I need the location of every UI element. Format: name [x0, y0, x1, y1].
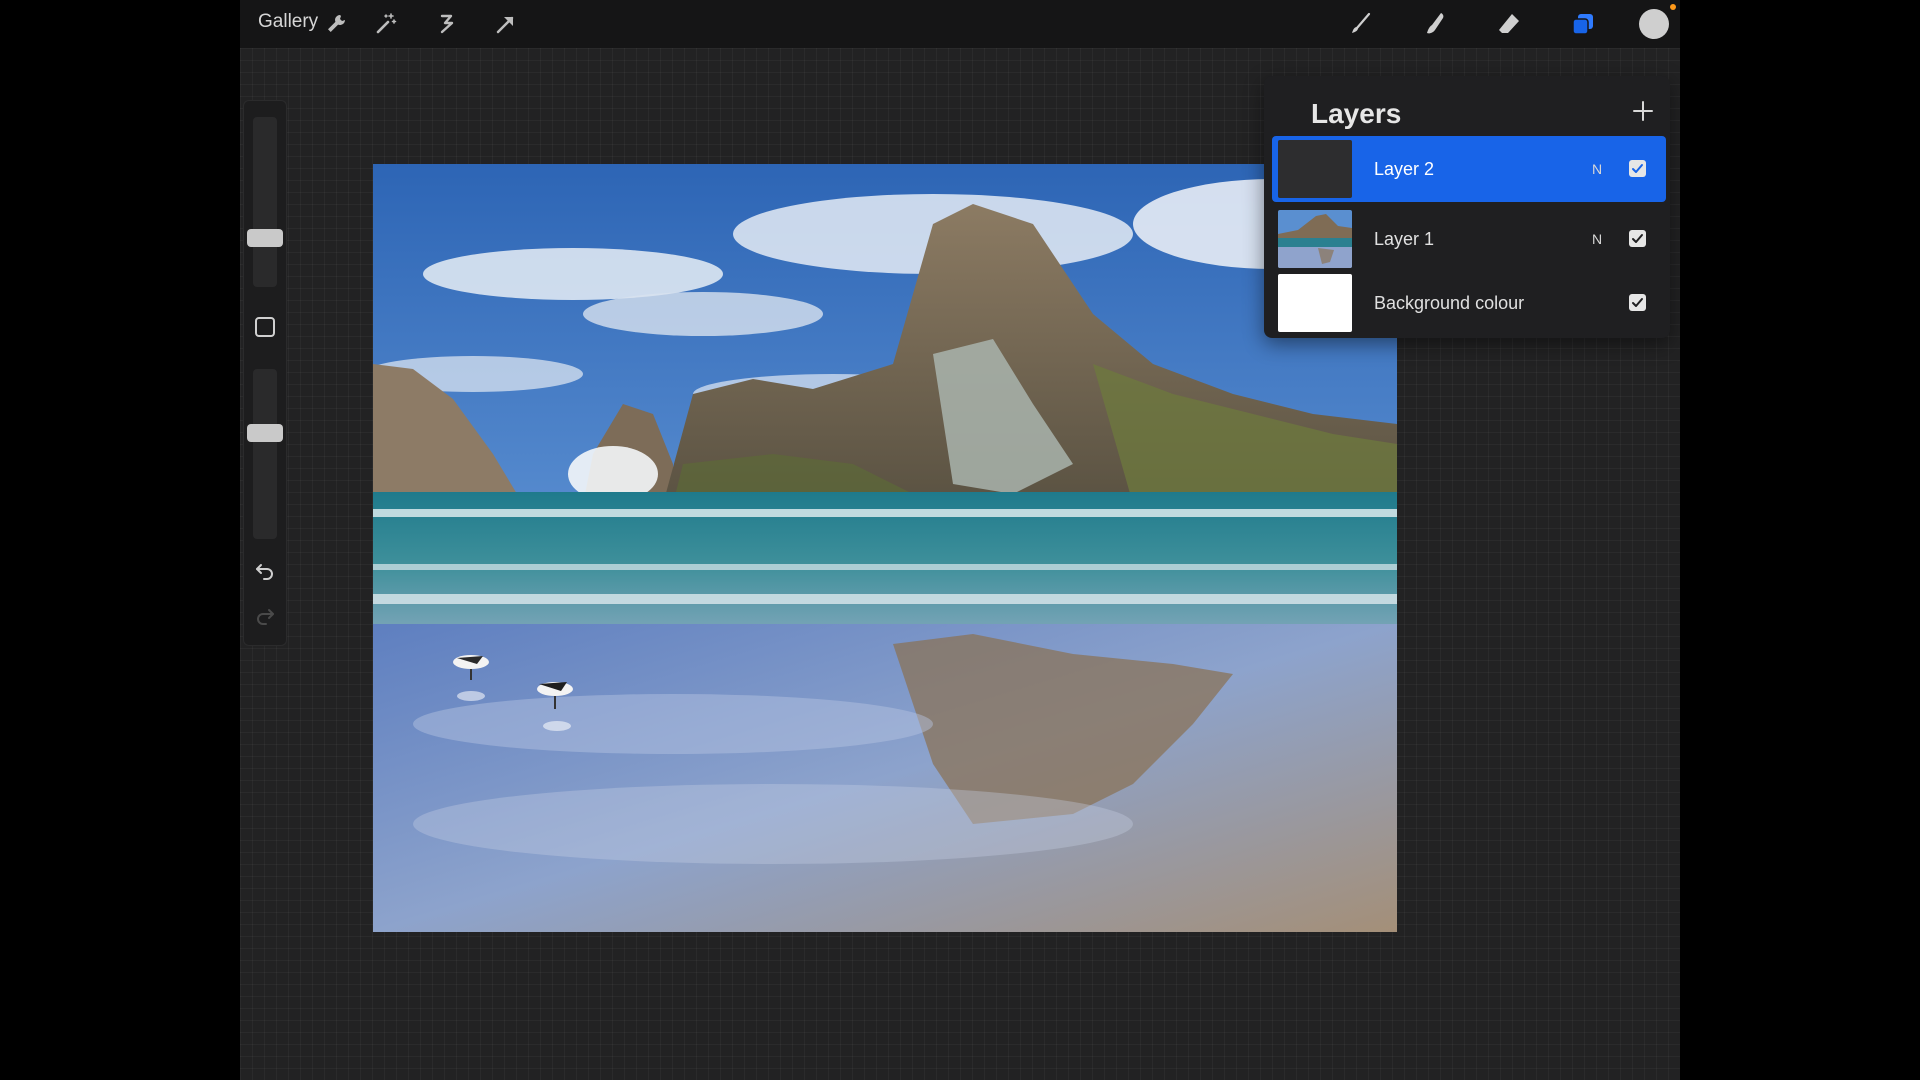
- left-sidebar: [243, 100, 287, 646]
- gallery-button[interactable]: Gallery: [258, 11, 318, 33]
- layers-panel: Layers Layer 2 N Layer 1 N Background co…: [1264, 76, 1670, 338]
- layers-panel-title: Layers: [1311, 98, 1402, 129]
- wrench-icon[interactable]: [322, 10, 350, 38]
- layer-thumbnail: [1278, 140, 1352, 198]
- procreate-app: Gallery Layers Layer 2 N Layer 1 N Backg…: [240, 0, 1680, 1080]
- selection-icon[interactable]: [432, 10, 460, 38]
- top-toolbar: Gallery: [240, 0, 1680, 48]
- layer-row-layer-1[interactable]: Layer 1 N: [1272, 206, 1666, 272]
- undo-icon[interactable]: [253, 559, 277, 583]
- smudge-icon[interactable]: [1421, 10, 1449, 38]
- visibility-checkbox[interactable]: [1629, 230, 1646, 247]
- blend-mode-button[interactable]: N: [1592, 161, 1602, 177]
- canvas-artwork[interactable]: [373, 164, 1397, 932]
- opacity-slider[interactable]: [247, 369, 283, 539]
- brush-size-thumb[interactable]: [247, 229, 283, 247]
- eraser-icon[interactable]: [1495, 10, 1523, 38]
- layer-name: Layer 2: [1374, 159, 1435, 179]
- brush-size-slider[interactable]: [247, 117, 283, 287]
- plus-icon[interactable]: [1628, 96, 1658, 126]
- layers-icon[interactable]: [1569, 10, 1597, 38]
- layer-name: Layer 1: [1374, 229, 1435, 249]
- visibility-checkbox[interactable]: [1629, 294, 1646, 311]
- magic-wand-icon[interactable]: [372, 10, 400, 38]
- redo-icon[interactable]: [253, 604, 277, 628]
- transform-arrow-icon[interactable]: [492, 10, 520, 38]
- brush-icon[interactable]: [1347, 10, 1375, 38]
- opacity-thumb[interactable]: [247, 424, 283, 442]
- layer-name: Background colour: [1374, 293, 1525, 313]
- modify-square-icon[interactable]: [255, 317, 275, 337]
- visibility-checkbox[interactable]: [1629, 160, 1646, 177]
- layer-thumbnail: [1278, 210, 1352, 268]
- notification-dot: [1670, 4, 1676, 10]
- layer-row-background-colour[interactable]: Background colour: [1272, 270, 1666, 336]
- layer-thumbnail: [1278, 274, 1352, 332]
- color-picker-dot[interactable]: [1639, 9, 1669, 39]
- layer-row-layer-2[interactable]: Layer 2 N: [1272, 136, 1666, 202]
- blend-mode-button[interactable]: N: [1592, 231, 1602, 247]
